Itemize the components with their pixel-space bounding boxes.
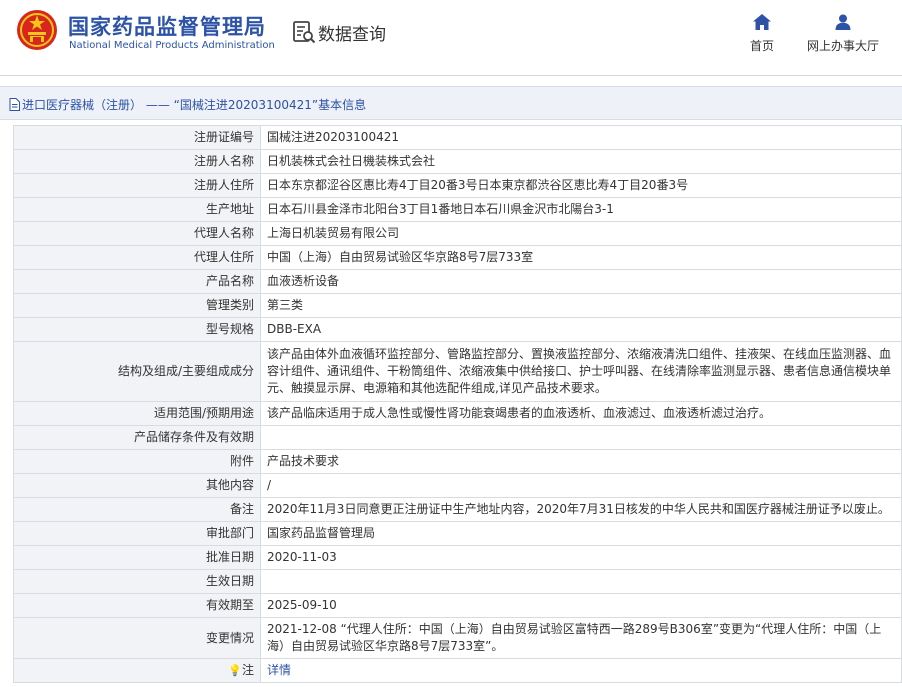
note-value-cell: 详情	[260, 658, 902, 683]
row-label: 型号规格	[13, 317, 261, 342]
row-label: 其他内容	[13, 473, 261, 498]
data-query-label: 数据查询	[318, 25, 386, 45]
row-label: 管理类别	[13, 293, 261, 318]
row-value	[260, 425, 902, 450]
row-label: 生产地址	[13, 197, 261, 222]
row-value: 日本东京都涩谷区惠比寿4丁目20番3号日本東京都渋谷区恵比寿4丁目20番3号	[260, 173, 902, 198]
row-value: 2020年11月3日同意更正注册证中生产地址内容，2020年7月31日核发的中华…	[260, 497, 902, 522]
table-row: 管理类别 第三类	[13, 293, 902, 318]
table-row: 注册人名称 日机装株式会社日機装株式会社	[13, 149, 902, 174]
table-row: 产品名称 血液透析设备	[13, 269, 902, 294]
row-value: 第三类	[260, 293, 902, 318]
breadcrumb-title: “国械注进20203100421”基本信息	[173, 98, 367, 112]
table-row: 产品储存条件及有效期	[13, 425, 902, 450]
row-value: /	[260, 473, 902, 498]
table-row: 💡注 详情	[13, 658, 902, 683]
row-value: 上海日机装贸易有限公司	[260, 221, 902, 246]
table-row: 型号规格 DBB-EXA	[13, 317, 902, 342]
row-value: 2025-09-10	[260, 593, 902, 618]
row-label: 有效期至	[13, 593, 261, 618]
nav-home-label: 首页	[749, 39, 774, 53]
breadcrumb: 进口医疗器械（注册） —— “国械注进20203100421”基本信息	[9, 96, 366, 113]
national-emblem-icon	[17, 10, 57, 50]
table-row: 备注 2020年11月3日同意更正注册证中生产地址内容，2020年7月31日核发的…	[13, 497, 902, 522]
breadcrumb-separator: ——	[145, 98, 170, 112]
row-label: 审批部门	[13, 521, 261, 546]
row-label: 代理人住所	[13, 245, 261, 270]
breadcrumb-bar: 进口医疗器械（注册） —— “国械注进20203100421”基本信息	[0, 86, 902, 120]
row-value: 国家药品监督管理局	[260, 521, 902, 546]
note-label: 注	[241, 663, 254, 677]
row-label: 生效日期	[13, 569, 261, 594]
table-row: 结构及组成/主要组成成分 该产品由体外血液循环监控部分、管路监控部分、置换液监控部…	[13, 341, 902, 402]
table-row: 变更情况 2021-12-08 “代理人住所：中国（上海）自由贸易试验区富特西一路…	[13, 617, 902, 659]
row-label: 变更情况	[13, 617, 261, 659]
row-value: 日机装株式会社日機装株式会社	[260, 149, 902, 174]
table-row: 生产地址 日本石川县金泽市北阳台3丁目1番地日本石川県金沢市北陽台3-1	[13, 197, 902, 222]
table-row: 适用范围/预期用途 该产品临床适用于成人急性或慢性肾功能衰竭患者的血液透析、血液滤…	[13, 401, 902, 426]
site-logo-title[interactable]: 国家药品监督管理局	[68, 11, 266, 41]
site-logo-subtitle: National Medical Products Administration	[69, 40, 275, 51]
home-icon	[753, 14, 771, 30]
row-label: 适用范围/预期用途	[13, 401, 261, 426]
row-label: 产品储存条件及有效期	[13, 425, 261, 450]
row-label: 结构及组成/主要组成成分	[13, 341, 261, 402]
detail-panel: 注册证编号 国械注进20203100421 注册人名称 日机装株式会社日機装株式会社…	[13, 125, 902, 687]
row-value: 该产品由体外血液循环监控部分、管路监控部分、置换液监控部分、浓缩液清洗口组件、挂…	[260, 341, 902, 402]
row-value: 国械注进20203100421	[260, 125, 902, 150]
row-label: 代理人名称	[13, 221, 261, 246]
nav-home[interactable]: 首页	[742, 14, 782, 54]
row-label: 批准日期	[13, 545, 261, 570]
nav-online-office-label: 网上办事大厅	[806, 39, 879, 53]
detail-table: 注册证编号 国械注进20203100421 注册人名称 日机装株式会社日機装株式会社…	[13, 125, 902, 683]
row-label: 注册证编号	[13, 125, 261, 150]
row-label: 注册人名称	[13, 149, 261, 174]
row-value: 日本石川县金泽市北阳台3丁目1番地日本石川県金沢市北陽台3-1	[260, 197, 902, 222]
breadcrumb-category[interactable]: 进口医疗器械（注册）	[22, 98, 142, 112]
table-row: 注册人住所 日本东京都涩谷区惠比寿4丁目20番3号日本東京都渋谷区恵比寿4丁目20…	[13, 173, 902, 198]
data-query-icon	[293, 21, 316, 44]
row-label: 产品名称	[13, 269, 261, 294]
table-row: 注册证编号 国械注进20203100421	[13, 125, 902, 150]
table-row: 附件 产品技术要求	[13, 449, 902, 474]
row-label: 注册人住所	[13, 173, 261, 198]
site-header: 国家药品监督管理局 National Medical Products Admi…	[0, 0, 902, 76]
row-value: 该产品临床适用于成人急性或慢性肾功能衰竭患者的血液透析、血液滤过、血液透析滤过治…	[260, 401, 902, 426]
table-row: 代理人名称 上海日机装贸易有限公司	[13, 221, 902, 246]
document-icon	[9, 98, 20, 111]
table-row: 其他内容 /	[13, 473, 902, 498]
row-value: DBB-EXA	[260, 317, 902, 342]
table-row: 批准日期 2020-11-03	[13, 545, 902, 570]
table-row: 有效期至 2025-09-10	[13, 593, 902, 618]
row-label: 附件	[13, 449, 261, 474]
row-value	[260, 569, 902, 594]
table-row: 审批部门 国家药品监督管理局	[13, 521, 902, 546]
detail-link[interactable]: 详情	[267, 663, 291, 677]
row-value: 2021-12-08 “代理人住所：中国（上海）自由贸易试验区富特西一路289号…	[260, 617, 902, 659]
row-label: 备注	[13, 497, 261, 522]
row-value: 产品技术要求	[260, 449, 902, 474]
user-icon	[835, 14, 851, 30]
table-row: 代理人住所 中国（上海）自由贸易试验区华京路8号7层733室	[13, 245, 902, 270]
lightbulb-icon: 💡	[228, 664, 242, 677]
note-label-cell: 💡注	[13, 658, 261, 683]
row-value: 2020-11-03	[260, 545, 902, 570]
table-row: 生效日期	[13, 569, 902, 594]
row-value: 血液透析设备	[260, 269, 902, 294]
row-value: 中国（上海）自由贸易试验区华京路8号7层733室	[260, 245, 902, 270]
nav-online-office[interactable]: 网上办事大厅	[800, 14, 886, 54]
